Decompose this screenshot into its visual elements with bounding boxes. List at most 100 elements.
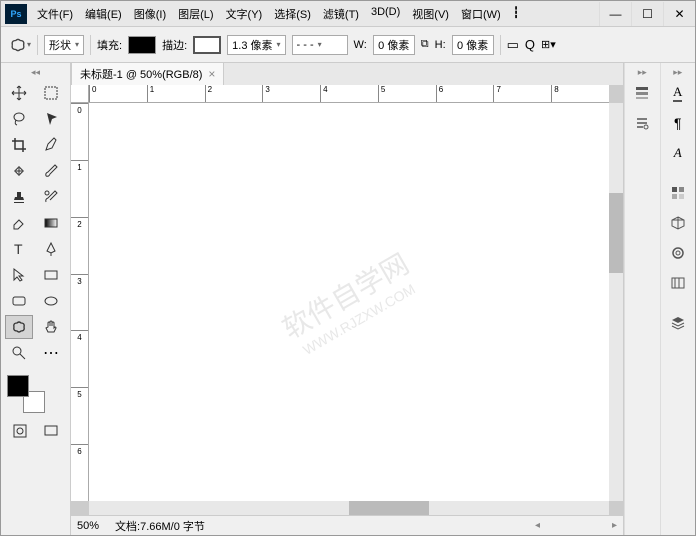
menu-file[interactable]: 文件(F) <box>31 2 79 26</box>
paragraph-panel-icon[interactable]: ¶ <box>664 109 692 137</box>
link-wh-icon[interactable]: ⧉ <box>421 38 429 51</box>
ruler-tick: 0 <box>71 103 88 160</box>
ruler-corner <box>71 85 89 103</box>
document-tabs: 未标题-1 @ 50%(RGB/8) × <box>71 63 623 85</box>
menu-type[interactable]: 文字(Y) <box>220 2 269 26</box>
search-icon[interactable]: Q <box>525 37 535 52</box>
horizontal-ruler[interactable]: 0 1 2 3 4 5 6 7 8 <box>89 85 609 103</box>
ruler-tick: 2 <box>71 217 88 274</box>
stamp-tool[interactable] <box>5 185 33 209</box>
edit-toolbar[interactable]: ⋯ <box>37 341 65 365</box>
close-button[interactable]: ✕ <box>663 2 695 26</box>
hand-tool[interactable] <box>37 315 65 339</box>
zoom-level[interactable]: 50% <box>77 520 99 532</box>
doc-info[interactable]: 文档:7.66M/0 字节 <box>115 518 205 534</box>
ruler-tick: 8 <box>551 85 609 102</box>
marquee-tool[interactable] <box>37 81 65 105</box>
libraries-panel-icon[interactable] <box>664 239 692 267</box>
toolbar-collapse[interactable]: ◂◂ <box>1 67 70 77</box>
horizontal-scrollbar[interactable] <box>89 501 609 515</box>
screen-mode-tool[interactable] <box>38 419 65 443</box>
menu-view[interactable]: 视图(V) <box>406 2 455 26</box>
ruler-tick: 3 <box>262 85 320 102</box>
window-controls: — ☐ ✕ <box>599 2 695 26</box>
adjustments-panel-icon[interactable] <box>664 269 692 297</box>
maximize-button[interactable]: ☐ <box>631 2 663 26</box>
foreground-color[interactable] <box>7 375 29 397</box>
tool-preset-picker[interactable]: ▾ <box>9 35 31 55</box>
eyedropper-tool[interactable] <box>37 133 65 157</box>
panel-collapse-2[interactable]: ▸▸ <box>661 67 696 77</box>
height-input[interactable] <box>452 35 494 55</box>
quick-select-tool[interactable] <box>37 107 65 131</box>
shape-mode-value: 形状 <box>49 37 71 53</box>
stroke-swatch[interactable] <box>193 36 221 54</box>
menu-image[interactable]: 图像(I) <box>128 2 172 26</box>
crop-tool[interactable] <box>5 133 33 157</box>
fill-swatch[interactable] <box>128 36 156 54</box>
menu-3d[interactable]: 3D(D) <box>365 2 406 26</box>
ruler-tick: 0 <box>89 85 147 102</box>
canvas[interactable]: 软件自学网 WWW.RJZXW.COM <box>89 103 609 501</box>
stroke-style-value: - - - <box>297 39 314 51</box>
brush-tool[interactable] <box>37 159 65 183</box>
tools-panel: ◂◂ T ⋯ <box>1 63 71 535</box>
menu-filter[interactable]: 滤镜(T) <box>317 2 365 26</box>
scroll-left-icon[interactable]: ◂ <box>535 520 540 531</box>
tab-close-icon[interactable]: × <box>208 67 215 81</box>
width-input[interactable] <box>373 35 415 55</box>
glyphs-panel-icon[interactable]: A <box>664 139 692 167</box>
eraser-tool[interactable] <box>5 211 33 235</box>
history-brush-tool[interactable] <box>37 185 65 209</box>
move-tool[interactable] <box>5 81 33 105</box>
stroke-label: 描边: <box>162 37 187 53</box>
main-area: ◂◂ T ⋯ <box>1 63 695 535</box>
svg-text:T: T <box>14 241 23 257</box>
ruler-tick: 5 <box>378 85 436 102</box>
height-label: H: <box>435 39 446 51</box>
minimize-button[interactable]: — <box>599 2 631 26</box>
ruler-tick: 1 <box>147 85 205 102</box>
lasso-tool[interactable] <box>5 107 33 131</box>
ruler-tick: 3 <box>71 274 88 331</box>
panel-collapse-1[interactable]: ▸▸ <box>625 67 660 77</box>
rounded-rect-tool[interactable] <box>5 289 33 313</box>
stroke-width-input[interactable]: 1.3 像素 ▾ <box>227 35 285 55</box>
stroke-width-value: 1.3 像素 <box>232 37 272 53</box>
menu-edit[interactable]: 编辑(E) <box>79 2 128 26</box>
ruler-tick: 6 <box>436 85 494 102</box>
properties-panel-icon[interactable] <box>628 109 656 137</box>
scroll-right-icon[interactable]: ▸ <box>612 520 617 531</box>
zoom-tool[interactable] <box>5 341 33 365</box>
3d-panel-icon[interactable] <box>664 209 692 237</box>
ellipse-tool[interactable] <box>37 289 65 313</box>
quick-mask-tool[interactable] <box>7 419 34 443</box>
app-logo: Ps <box>5 4 27 24</box>
healing-tool[interactable] <box>5 159 33 183</box>
pen-tool[interactable] <box>37 237 65 261</box>
menu-layer[interactable]: 图层(L) <box>172 2 219 26</box>
vertical-ruler[interactable]: 0 1 2 3 4 5 6 <box>71 103 89 501</box>
color-swatches[interactable] <box>7 375 45 413</box>
stroke-style-select[interactable]: - - - ▾ <box>292 35 348 55</box>
workspace-icon[interactable]: ⊞▾ <box>541 38 556 51</box>
document-tab[interactable]: 未标题-1 @ 50%(RGB/8) × <box>71 62 224 85</box>
gradient-tool[interactable] <box>37 211 65 235</box>
fill-label: 填充: <box>97 37 122 53</box>
custom-shape-tool[interactable] <box>5 315 33 339</box>
menu-window[interactable]: 窗口(W) <box>455 2 507 26</box>
history-panel-icon[interactable] <box>628 79 656 107</box>
width-label: W: <box>354 39 367 51</box>
shape-mode-select[interactable]: 形状 ▾ <box>44 35 84 55</box>
ruler-tick: 5 <box>71 387 88 444</box>
color-panel-icon[interactable] <box>664 179 692 207</box>
path-select-tool[interactable] <box>5 263 33 287</box>
type-tool[interactable]: T <box>5 237 33 261</box>
align-icon[interactable]: ▭ <box>507 37 519 53</box>
character-panel-icon[interactable]: A <box>664 79 692 107</box>
layers-panel-icon[interactable] <box>664 309 692 337</box>
menu-select[interactable]: 选择(S) <box>268 2 317 26</box>
menu-more[interactable]: ┇ <box>507 2 526 26</box>
vertical-scrollbar[interactable] <box>609 103 623 501</box>
rectangle-tool[interactable] <box>37 263 65 287</box>
